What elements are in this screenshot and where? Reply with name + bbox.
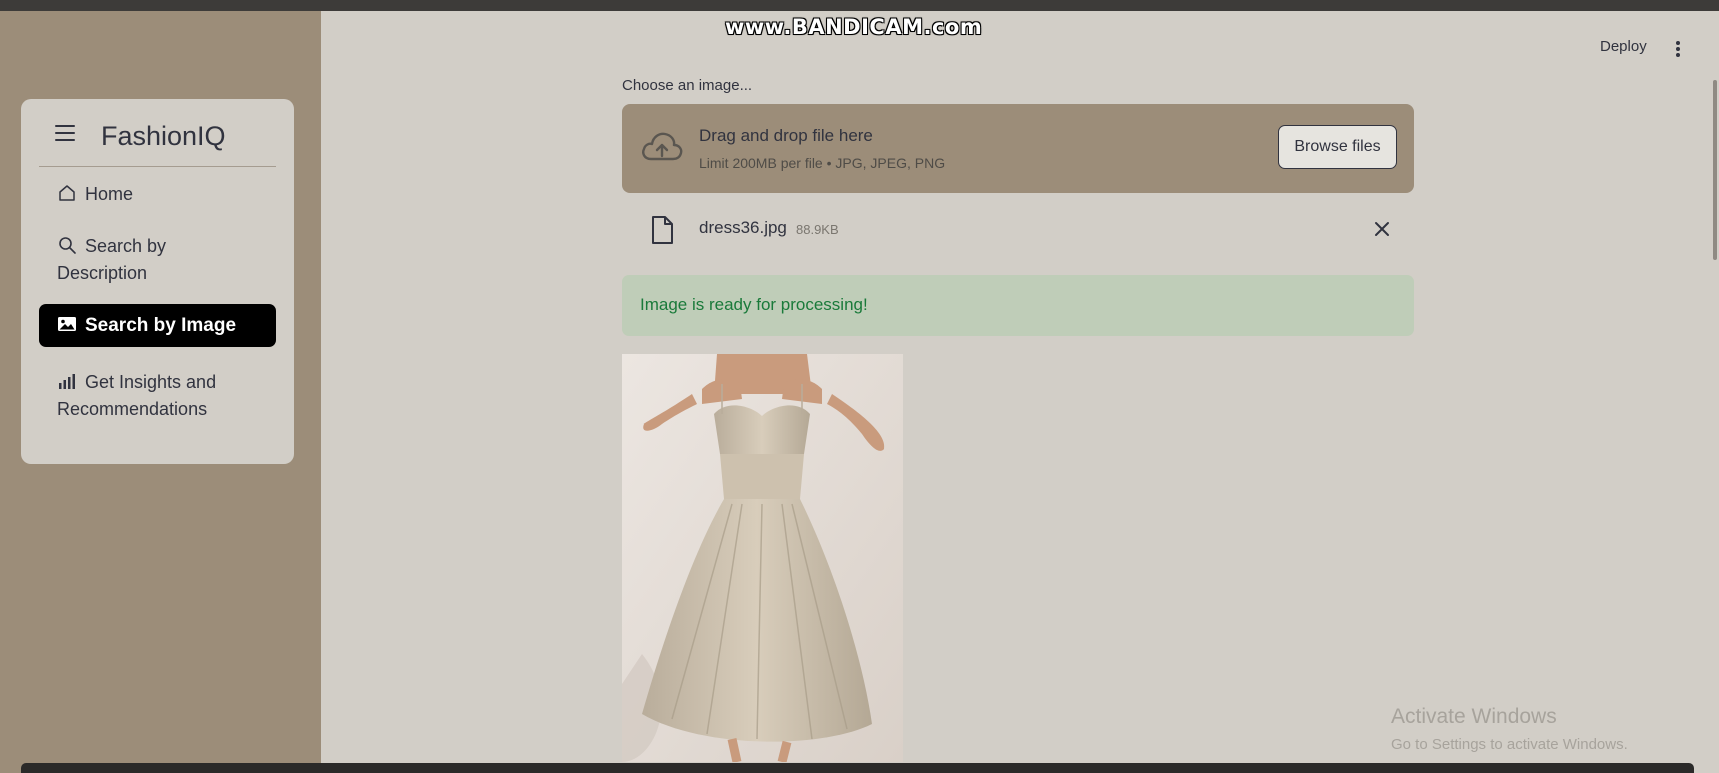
browse-files-button[interactable]: Browse files: [1278, 125, 1397, 169]
cloud-upload-icon: [642, 132, 683, 161]
uploaded-file-row: dress36.jpg 88.9KB: [622, 212, 1414, 252]
status-message: Image is ready for processing!: [640, 295, 868, 314]
hamburger-menu-icon[interactable]: [55, 125, 75, 141]
bar-chart-icon: [59, 374, 75, 389]
home-icon: [59, 185, 75, 201]
dropzone-title: Drag and drop file here: [699, 126, 873, 145]
file-icon: [652, 216, 673, 244]
recorder-top-strip: [0, 0, 1719, 11]
sidebar-item-insights[interactable]: Get Insights and Recommendations: [39, 369, 276, 423]
dropzone-subtitle: Limit 200MB per file • JPG, JPEG, PNG: [699, 155, 946, 171]
sidebar-item-label: Search by Image: [85, 315, 237, 336]
bandicam-watermark: www.BANDICAM.com: [725, 15, 983, 39]
sidebar: FashionIQ Home Search by Description Sea…: [0, 11, 321, 773]
app-brand-title: FashionIQ: [101, 121, 226, 151]
sidebar-item-search-by-description[interactable]: Search by Description: [39, 233, 276, 287]
file-dropzone[interactable]: Drag and drop file here Limit 200MB per …: [622, 104, 1414, 193]
sidebar-item-home[interactable]: Home: [39, 181, 276, 208]
nav-menu-card: FashionIQ Home Search by Description Sea…: [21, 99, 294, 464]
activate-windows-title: Activate Windows: [1391, 705, 1557, 728]
sidebar-item-label: Get Insights and: [85, 372, 217, 392]
activate-windows-subtitle: Go to Settings to activate Windows.: [1391, 736, 1628, 753]
dress-photo: [622, 354, 903, 762]
kebab-menu-icon[interactable]: [1674, 41, 1682, 59]
file-name: dress36.jpg: [699, 218, 787, 237]
nav-menu-header: FashionIQ: [39, 99, 276, 167]
status-success-alert: Image is ready for processing!: [622, 275, 1414, 336]
sidebar-item-label: Home: [85, 184, 134, 204]
file-size: 88.9KB: [796, 222, 839, 237]
image-icon: [58, 317, 76, 331]
deploy-button[interactable]: Deploy: [1600, 38, 1647, 55]
uploader-label: Choose an image...: [622, 77, 753, 94]
scrollbar-thumb[interactable]: [1713, 80, 1717, 260]
sidebar-item-label-line2: Recommendations: [57, 399, 208, 419]
search-icon: [59, 237, 76, 254]
close-icon[interactable]: [1371, 218, 1393, 240]
sidebar-item-search-by-image[interactable]: Search by Image: [39, 304, 276, 347]
bottom-toolbar-edge: [21, 763, 1694, 773]
uploaded-image-preview: [622, 354, 903, 762]
sidebar-item-label: Search by: [85, 236, 167, 256]
sidebar-item-label-line2: Description: [57, 263, 148, 283]
